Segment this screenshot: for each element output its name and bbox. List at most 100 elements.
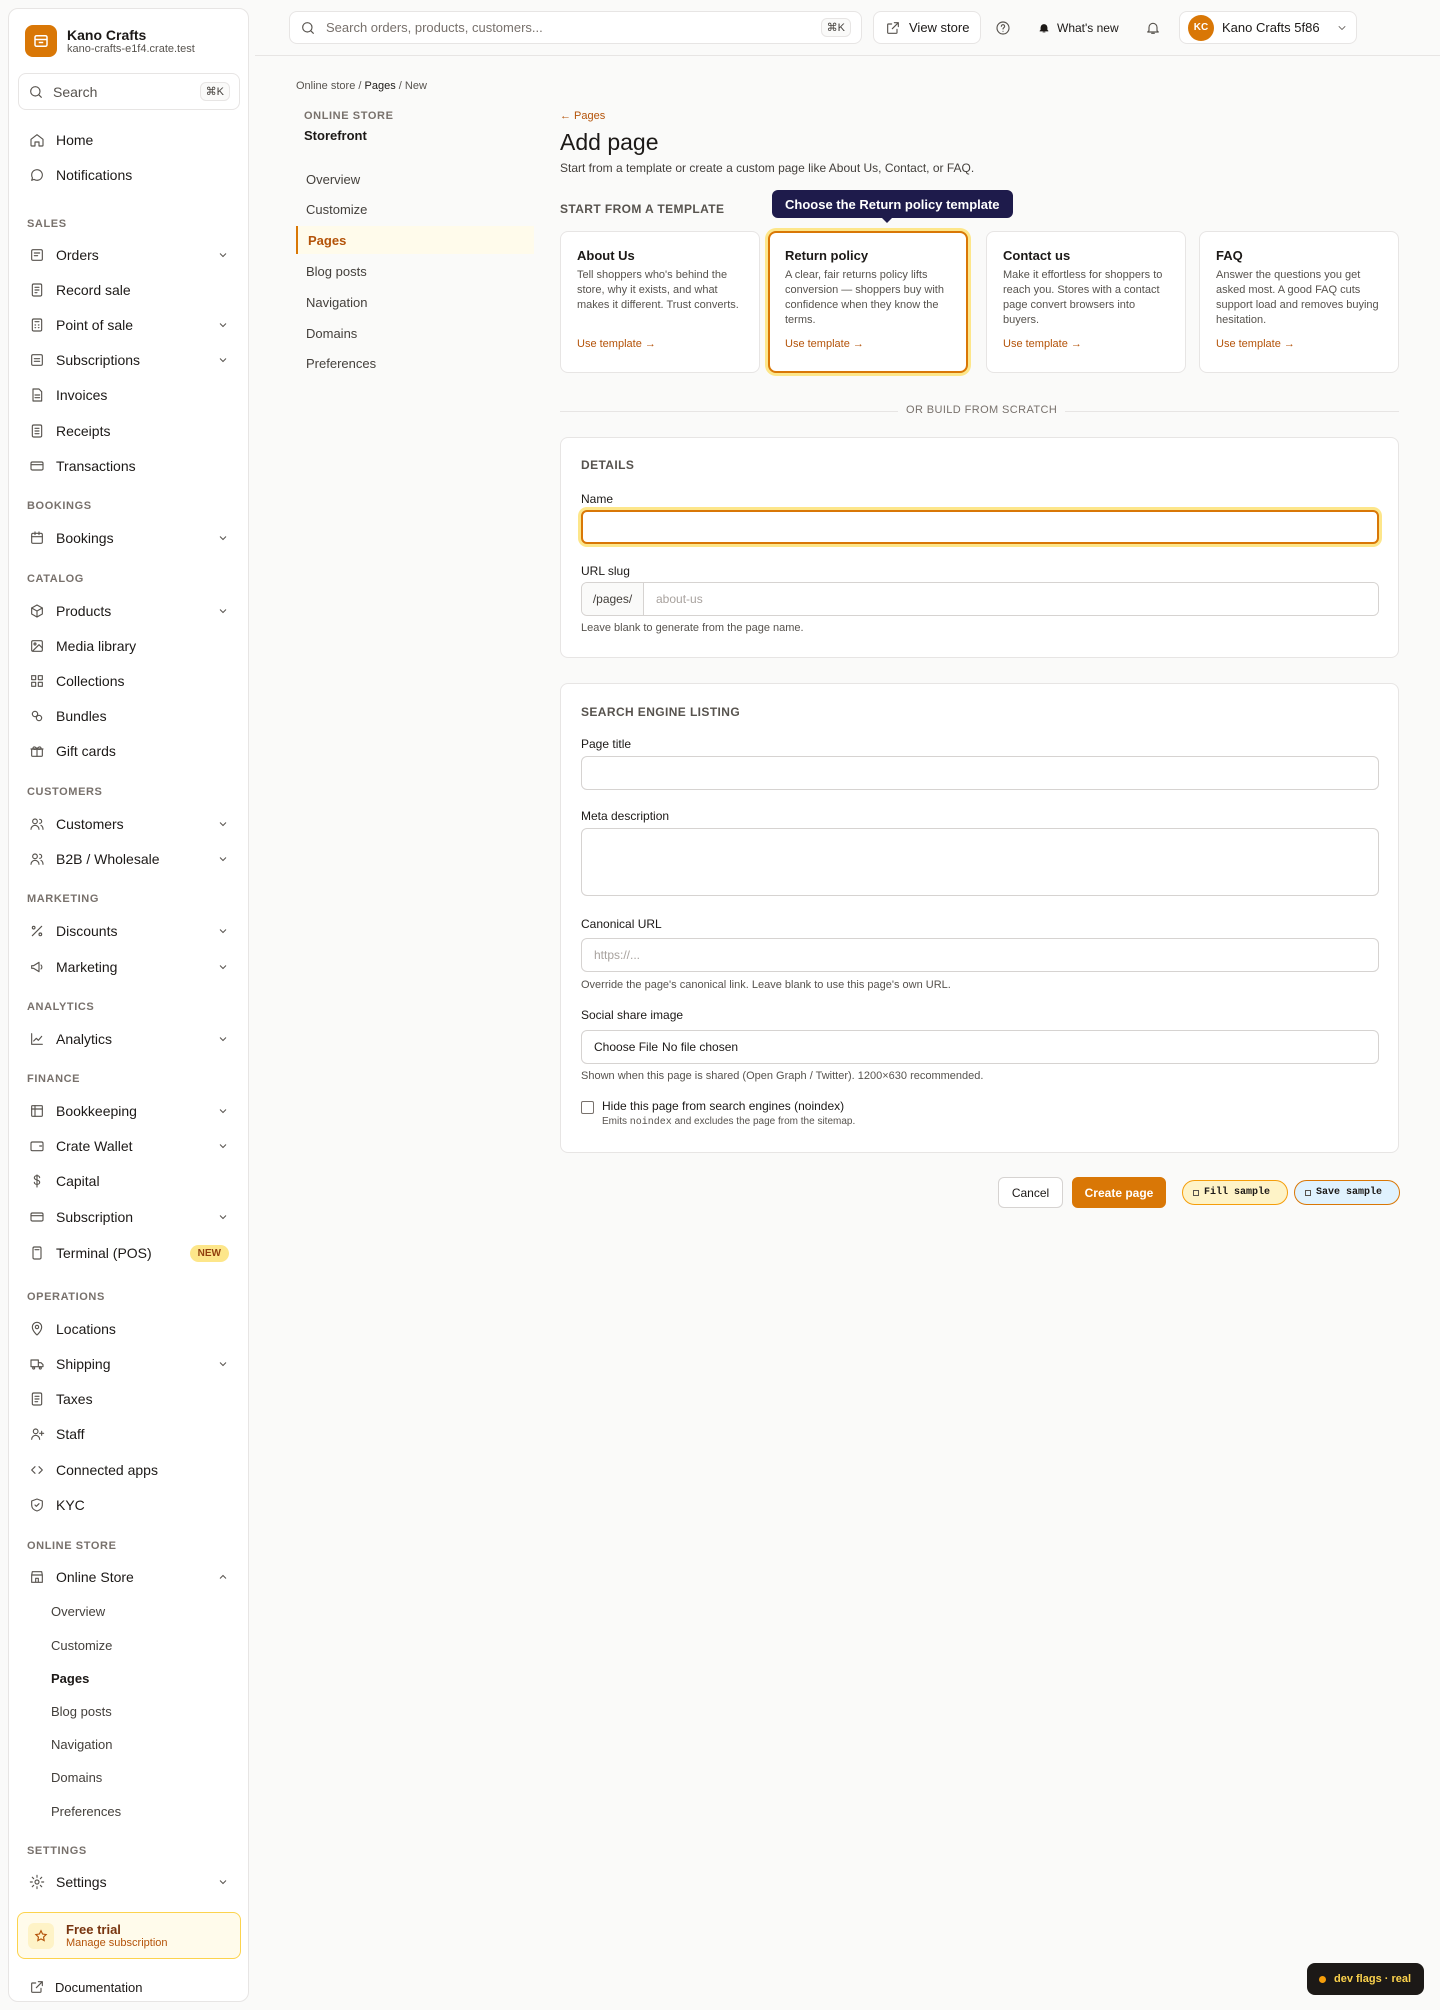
use-template-link[interactable]: Use template →: [1216, 338, 1382, 350]
template-card-contact-us[interactable]: Contact us Make it effortless for shoppe…: [986, 231, 1186, 373]
documentation-link[interactable]: Documentation: [29, 1979, 142, 1995]
global-search-placeholder: Search orders, products, customers...: [326, 20, 543, 35]
whats-new-button[interactable]: What's new: [1038, 11, 1119, 44]
sidebar-item-locations[interactable]: Locations: [17, 1314, 241, 1344]
sidebar-item-bookkeeping[interactable]: Bookkeeping: [17, 1096, 241, 1126]
help-button[interactable]: [995, 11, 1011, 44]
subnav-eyebrow: ONLINE STORE: [304, 110, 394, 122]
sidebar-item-invoices[interactable]: Invoices: [17, 380, 241, 410]
sidebar-item-subscriptions[interactable]: Subscriptions: [17, 345, 241, 375]
sidebar-search[interactable]: Search ⌘K: [18, 73, 240, 110]
sidebar-item-label: Locations: [56, 1321, 116, 1337]
dev-flags-badge[interactable]: dev flags · real: [1307, 1963, 1424, 1995]
breadcrumb-online-store[interactable]: Online store: [296, 80, 355, 92]
bell-icon: [1145, 20, 1161, 36]
fill-sample-button[interactable]: Fill sample: [1182, 1180, 1288, 1205]
noindex-label[interactable]: Hide this page from search engines (noin…: [602, 1099, 855, 1113]
store-logo-icon: [25, 25, 57, 57]
sidebar-item-bundles[interactable]: Bundles: [17, 701, 241, 731]
url-slug-input[interactable]: [644, 583, 1378, 615]
breadcrumb-pages[interactable]: Pages: [365, 80, 396, 92]
sidebar-item-kyc[interactable]: KYC: [17, 1490, 241, 1520]
cancel-button[interactable]: Cancel: [998, 1177, 1063, 1208]
sidebar-subitem-preferences[interactable]: Preferences: [51, 1804, 121, 1819]
gear-icon: [29, 1874, 45, 1890]
global-search-shortcut: ⌘K: [820, 18, 851, 37]
save-sample-button[interactable]: Save sample: [1294, 1180, 1400, 1205]
use-template-link[interactable]: Use template →: [1003, 338, 1169, 350]
sidebar-item-customers[interactable]: Customers: [17, 809, 241, 839]
sidebar-item-taxes[interactable]: Taxes: [17, 1384, 241, 1414]
subnav-domains[interactable]: Domains: [296, 319, 534, 347]
sidebar-item-shipping[interactable]: Shipping: [17, 1349, 241, 1379]
section-online-store: ONLINE STORE: [27, 1540, 117, 1552]
sidebar-item-marketing[interactable]: Marketing: [17, 952, 241, 982]
free-trial-card[interactable]: Free trial Manage subscription: [17, 1912, 241, 1959]
sidebar-item-transactions[interactable]: Transactions: [17, 451, 241, 481]
use-template-link[interactable]: Use template →: [785, 338, 951, 350]
sidebar-item-label: Orders: [56, 247, 99, 263]
social-image-file-input[interactable]: Choose File No file chosen: [581, 1030, 1379, 1064]
sidebar-item-connected-apps[interactable]: Connected apps: [17, 1455, 241, 1485]
sidebar-item-orders[interactable]: Orders: [17, 240, 241, 270]
sidebar-item-settings[interactable]: Settings: [17, 1867, 241, 1897]
sidebar-item-terminal[interactable]: Terminal (POS) NEW: [17, 1238, 241, 1268]
sidebar-item-receipts[interactable]: Receipts: [17, 416, 241, 446]
sidebar-item-record-sale[interactable]: Record sale: [17, 275, 241, 305]
create-page-button[interactable]: Create page: [1072, 1177, 1166, 1208]
sidebar-item-analytics[interactable]: Analytics: [17, 1024, 241, 1054]
template-card-faq[interactable]: FAQ Answer the questions you get asked m…: [1199, 231, 1399, 373]
sidebar-item-online-store[interactable]: Online Store: [17, 1562, 241, 1592]
account-menu[interactable]: KC Kano Crafts 5f86: [1179, 11, 1357, 44]
brand[interactable]: Kano Crafts kano-crafts-e1f4.crate.test: [25, 25, 195, 57]
credit-card-icon: [29, 1209, 45, 1225]
page-title-input[interactable]: [581, 756, 1379, 790]
view-store-button[interactable]: View store: [873, 11, 982, 44]
sidebar-item-collections[interactable]: Collections: [17, 666, 241, 696]
back-to-pages-link[interactable]: ← Pages: [560, 110, 605, 122]
sidebar-item-subscription[interactable]: Subscription: [17, 1202, 241, 1232]
subnav-customize[interactable]: Customize: [296, 195, 534, 223]
sidebar-item-notifications[interactable]: Notifications: [17, 160, 241, 190]
subnav-overview[interactable]: Overview: [296, 165, 534, 193]
choose-file-button[interactable]: Choose File: [594, 1040, 658, 1054]
subnav-blog-posts[interactable]: Blog posts: [296, 257, 534, 285]
noindex-checkbox[interactable]: [581, 1101, 594, 1114]
meta-description-textarea[interactable]: [581, 828, 1379, 896]
sidebar-item-label: Products: [56, 603, 112, 619]
sidebar-item-crate-wallet[interactable]: Crate Wallet: [17, 1131, 241, 1161]
sidebar-subitem-overview[interactable]: Overview: [51, 1604, 105, 1619]
sidebar-item-label: Crate Wallet: [56, 1138, 133, 1154]
sidebar-item-home[interactable]: Home: [17, 125, 241, 155]
sidebar-subitem-domains[interactable]: Domains: [51, 1770, 102, 1785]
sidebar-item-discounts[interactable]: Discounts: [17, 916, 241, 946]
name-input[interactable]: [581, 510, 1379, 544]
sidebar-item-media-library[interactable]: Media library: [17, 631, 241, 661]
notifications-button[interactable]: [1145, 11, 1161, 44]
sidebar-item-bookings[interactable]: Bookings: [17, 523, 241, 553]
canonical-url-input[interactable]: [581, 938, 1379, 972]
subnav-preferences[interactable]: Preferences: [296, 349, 534, 377]
subnav-navigation[interactable]: Navigation: [296, 288, 534, 316]
use-template-link[interactable]: Use template →: [577, 338, 743, 350]
sidebar-subitem-blog-posts[interactable]: Blog posts: [51, 1704, 112, 1719]
sidebar-item-staff[interactable]: Staff: [17, 1419, 241, 1449]
sidebar-subitem-navigation[interactable]: Navigation: [51, 1737, 112, 1752]
template-card-about-us[interactable]: About Us Tell shoppers who's behind the …: [560, 231, 760, 373]
sidebar-item-capital[interactable]: Capital: [17, 1166, 241, 1196]
sidebar-item-point-of-sale[interactable]: Point of sale: [17, 310, 241, 340]
sidebar-item-b2b[interactable]: B2B / Wholesale: [17, 844, 241, 874]
sidebar-item-gift-cards[interactable]: Gift cards: [17, 736, 241, 766]
sidebar-subitem-customize[interactable]: Customize: [51, 1638, 112, 1653]
sidebar-item-products[interactable]: Products: [17, 596, 241, 626]
storefront-icon: [29, 1569, 45, 1585]
global-search[interactable]: Search orders, products, customers... ⌘K: [289, 11, 862, 44]
calculator-icon: [29, 317, 45, 333]
manage-subscription-link[interactable]: Manage subscription: [66, 1937, 168, 1950]
sidebar: Kano Crafts kano-crafts-e1f4.crate.test …: [8, 8, 249, 2002]
breadcrumb-current: New: [404, 80, 427, 92]
subnav-pages[interactable]: Pages: [296, 226, 534, 254]
template-card-return-policy[interactable]: Return policy A clear, fair returns poli…: [768, 231, 968, 373]
sidebar-subitem-pages[interactable]: Pages: [51, 1671, 89, 1686]
credit-card-icon: [29, 458, 45, 474]
